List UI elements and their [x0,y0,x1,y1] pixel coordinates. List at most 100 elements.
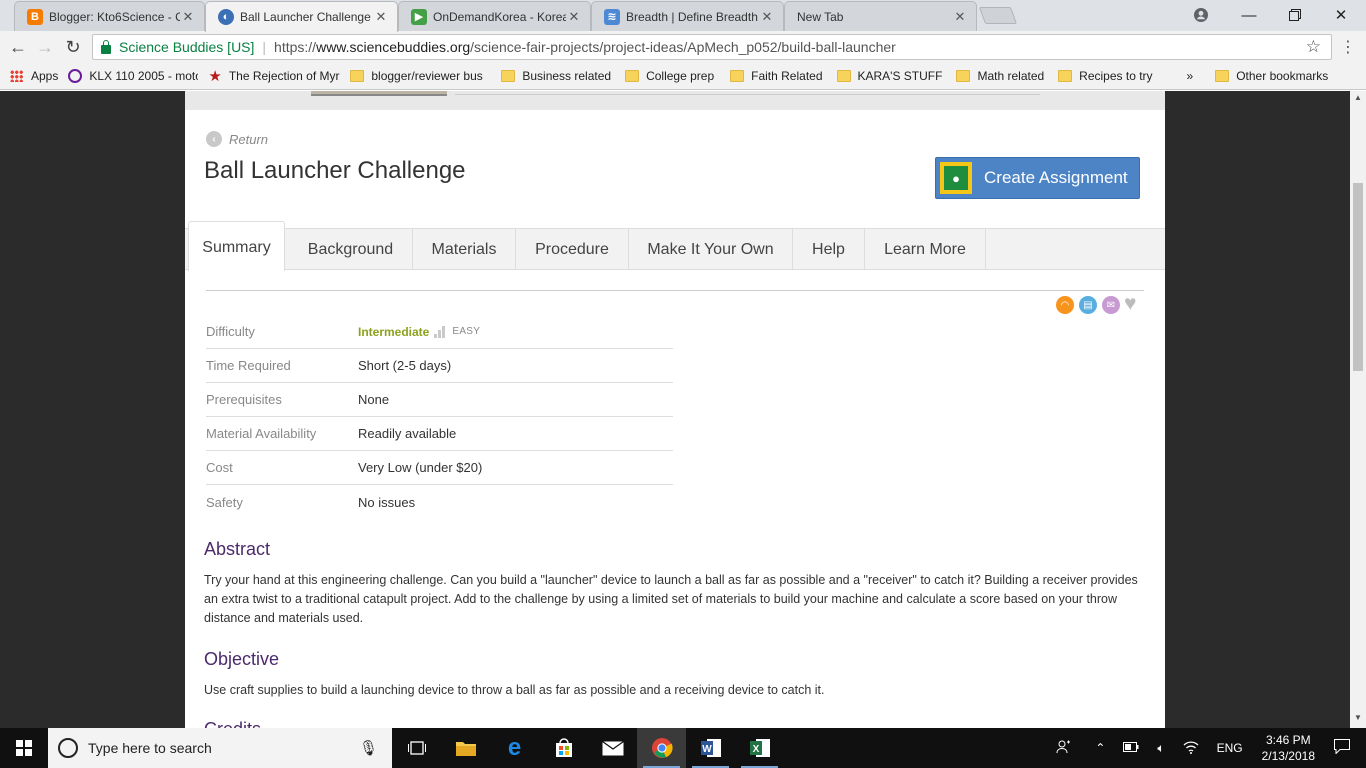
close-tab-icon[interactable]: ✕ [180,9,196,25]
microphone-icon[interactable]: 🎙 [359,739,378,757]
dictionary-favicon-icon: ≋ [604,8,620,25]
tab-title: New Tab [797,9,844,24]
volume-icon[interactable]: 🔈︎ [1157,741,1164,756]
star-icon: ★ [208,68,222,85]
start-button[interactable] [0,728,48,768]
battery-icon[interactable] [1123,741,1139,755]
bookmark-business[interactable]: Business related [501,69,611,83]
chevron-right-icon: » [1186,69,1194,83]
bookmark-star-icon[interactable]: ☆ [1306,37,1321,57]
excel-icon[interactable]: X [735,728,784,768]
restore-icon[interactable] [1272,0,1318,30]
header-image-strip [185,91,1165,110]
tab-help[interactable]: Help [793,229,865,270]
chrome-taskbar-icon[interactable] [637,728,686,768]
folder-icon [350,70,365,82]
blogger-favicon-icon: B [27,8,43,25]
minimize-icon[interactable]: — [1226,0,1272,30]
bookmark-rejection[interactable]: ★ The Rejection of Myr [208,67,340,85]
ondemandkorea-favicon-icon: ▶ [411,8,427,25]
edge-browser-icon[interactable]: e [490,728,539,768]
print-icon[interactable]: ▤ [1079,296,1097,314]
back-arrow-icon[interactable]: ← [6,35,30,59]
bookmark-klx[interactable]: KLX 110 2005 - moto [68,69,198,83]
file-explorer-icon[interactable] [441,728,490,768]
create-assignment-button[interactable]: ● Create Assignment [935,157,1140,199]
page-scrollbar[interactable]: ▲ ▼ [1350,91,1366,728]
bookmark-blogger-reviewer[interactable]: blogger/reviewer bus [350,69,491,83]
browser-tab-ondemandkorea[interactable]: ▶ OnDemandKorea - Korea ✕ [398,1,591,31]
project-tabs: Summary Background Materials Procedure M… [185,221,1165,271]
taskbar-search-box[interactable]: Type here to search 🎙 [48,728,392,768]
task-view-icon[interactable] [392,728,441,768]
bookmark-karas-stuff[interactable]: KARA'S STUFF [836,69,942,83]
chrome-menu-icon[interactable]: ⋮ [1340,37,1356,57]
tab-label: Background [307,240,394,258]
bookmark-label: Other bookmarks [1236,69,1329,83]
mail-icon[interactable] [588,728,637,768]
page-title: Ball Launcher Challenge [204,157,466,184]
tab-label: Help [812,240,845,258]
tab-summary[interactable]: Summary [188,221,285,271]
browser-tab-breadth[interactable]: ≋ Breadth | Define Breadth ✕ [591,1,784,31]
favorite-heart-icon[interactable]: ♥ [1124,292,1136,316]
wifi-icon[interactable] [1183,740,1199,757]
new-tab-button[interactable] [978,7,1018,24]
forward-arrow-icon[interactable]: → [33,35,57,59]
bookmarks-overflow-button[interactable]: » [1187,69,1194,83]
svg-text:W: W [702,744,712,755]
bookmark-recipes[interactable]: Recipes to try [1058,69,1153,83]
close-tab-icon[interactable]: ✕ [566,9,582,25]
close-window-icon[interactable]: ✕ [1318,0,1364,30]
tab-learn-more[interactable]: Learn More [865,229,986,270]
other-bookmarks[interactable]: Other bookmarks [1215,69,1328,83]
return-link[interactable]: ‹ Return [206,131,268,147]
close-tab-icon[interactable]: ✕ [373,9,389,25]
back-chevron-icon: ‹ [206,131,222,147]
people-icon[interactable] [1056,739,1072,758]
reload-icon[interactable]: ↻ [61,35,85,59]
fact-row: Cost Very Low (under $20) [206,451,673,485]
project-facts-table: Difficulty Intermediate EASY Time Requir… [206,315,673,519]
folder-icon [1215,70,1230,82]
tab-title: Blogger: Kto6Science - C [49,9,180,24]
tab-make-it-your-own[interactable]: Make It Your Own [629,229,793,270]
tab-procedure[interactable]: Procedure [516,229,629,270]
tab-materials[interactable]: Materials [413,229,516,270]
browser-tab-ball-launcher[interactable]: ◐ Ball Launcher Challenge ✕ [205,1,398,32]
credits-heading: Credits [204,719,261,728]
peace-icon [68,69,83,83]
email-icon[interactable]: ✉ [1102,296,1120,314]
fact-label: Material Availability [206,426,317,441]
close-tab-icon[interactable]: ✕ [759,9,775,25]
bookmark-label: blogger/reviewer bus [371,69,483,83]
scroll-thumb[interactable] [1353,183,1363,371]
taskbar-clock[interactable]: 3:46 PM 2/13/2018 [1262,732,1315,764]
word-icon[interactable]: W [686,728,735,768]
bookmark-label: Business related [522,69,612,83]
fact-value: Very Low (under $20) [358,460,483,475]
bookmark-label: Faith Related [751,69,823,83]
browser-tab-blogger[interactable]: B Blogger: Kto6Science - C ✕ [14,1,205,31]
clock-date: 2/13/2018 [1261,749,1315,763]
scroll-up-icon[interactable]: ▲ [1350,93,1366,107]
bookmark-faith[interactable]: Faith Related [730,69,823,83]
browser-tab-new-tab[interactable]: New Tab ✕ [784,1,977,31]
input-language[interactable]: ENG [1217,741,1243,755]
close-tab-icon[interactable]: ✕ [952,9,968,25]
bookmark-math[interactable]: Math related [956,69,1044,83]
bookmark-college-prep[interactable]: College prep [625,69,714,83]
tab-background[interactable]: Background [289,229,413,270]
folder-icon [956,70,971,82]
secure-site-label: Science Buddies [US] [119,39,255,55]
store-icon[interactable] [539,728,588,768]
action-center-icon[interactable] [1334,739,1350,757]
bookmark-apps[interactable]: Apps [10,69,58,83]
abstract-text: Try your hand at this engineering challe… [204,573,1138,625]
rss-icon[interactable]: ◠ [1056,296,1074,314]
show-hidden-icons-chevron-icon[interactable]: ⌃ [1095,741,1105,755]
fact-row: Time Required Short (2-5 days) [206,349,673,383]
profile-icon[interactable] [1178,0,1224,30]
address-bar[interactable]: Science Buddies [US] | https:// www.scie… [92,34,1332,60]
scroll-down-icon[interactable]: ▼ [1350,713,1366,727]
